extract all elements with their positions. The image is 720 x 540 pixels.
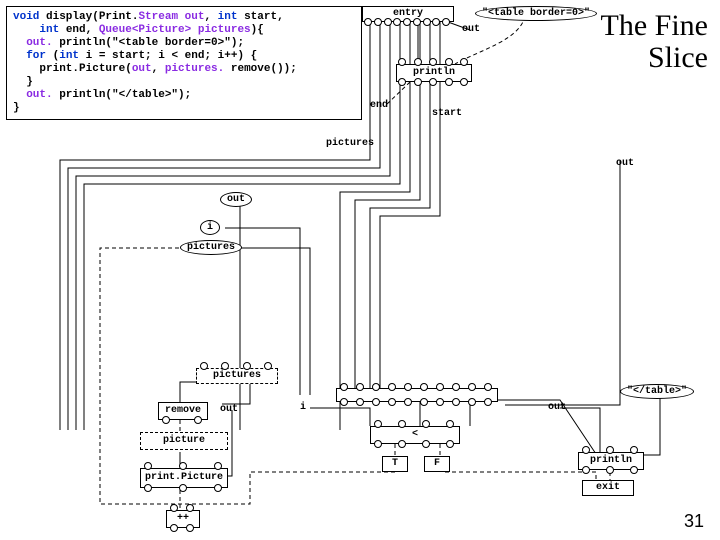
label-out-right2: out bbox=[548, 402, 566, 413]
page-number: 31 bbox=[684, 511, 704, 532]
literal-table-open: "<table border=0>" bbox=[475, 6, 597, 21]
label-out-right: out bbox=[616, 158, 634, 169]
literal-table-close: "</table>" bbox=[620, 384, 694, 399]
label-end: end bbox=[370, 100, 388, 111]
bar-pictures: pictures bbox=[196, 368, 278, 384]
node-false: F bbox=[424, 456, 450, 472]
label-pictures-top: pictures bbox=[326, 138, 374, 149]
node-picture: picture bbox=[140, 432, 228, 450]
node-true: T bbox=[382, 456, 408, 472]
oval-i-mid: i bbox=[200, 220, 220, 235]
node-exit: exit bbox=[582, 480, 634, 496]
label-i-remove: i bbox=[300, 402, 306, 413]
oval-pictures-mid: pictures bbox=[180, 240, 242, 255]
kw-void: void bbox=[13, 11, 39, 23]
slide-title: The Fine Slice bbox=[601, 10, 708, 74]
oval-out-mid: out bbox=[220, 192, 252, 207]
label-out-remove: out bbox=[220, 404, 238, 415]
code-panel: void display(Print.Stream out, int start… bbox=[6, 6, 362, 120]
label-start: start bbox=[432, 108, 462, 119]
label-out-top: out bbox=[462, 24, 480, 35]
